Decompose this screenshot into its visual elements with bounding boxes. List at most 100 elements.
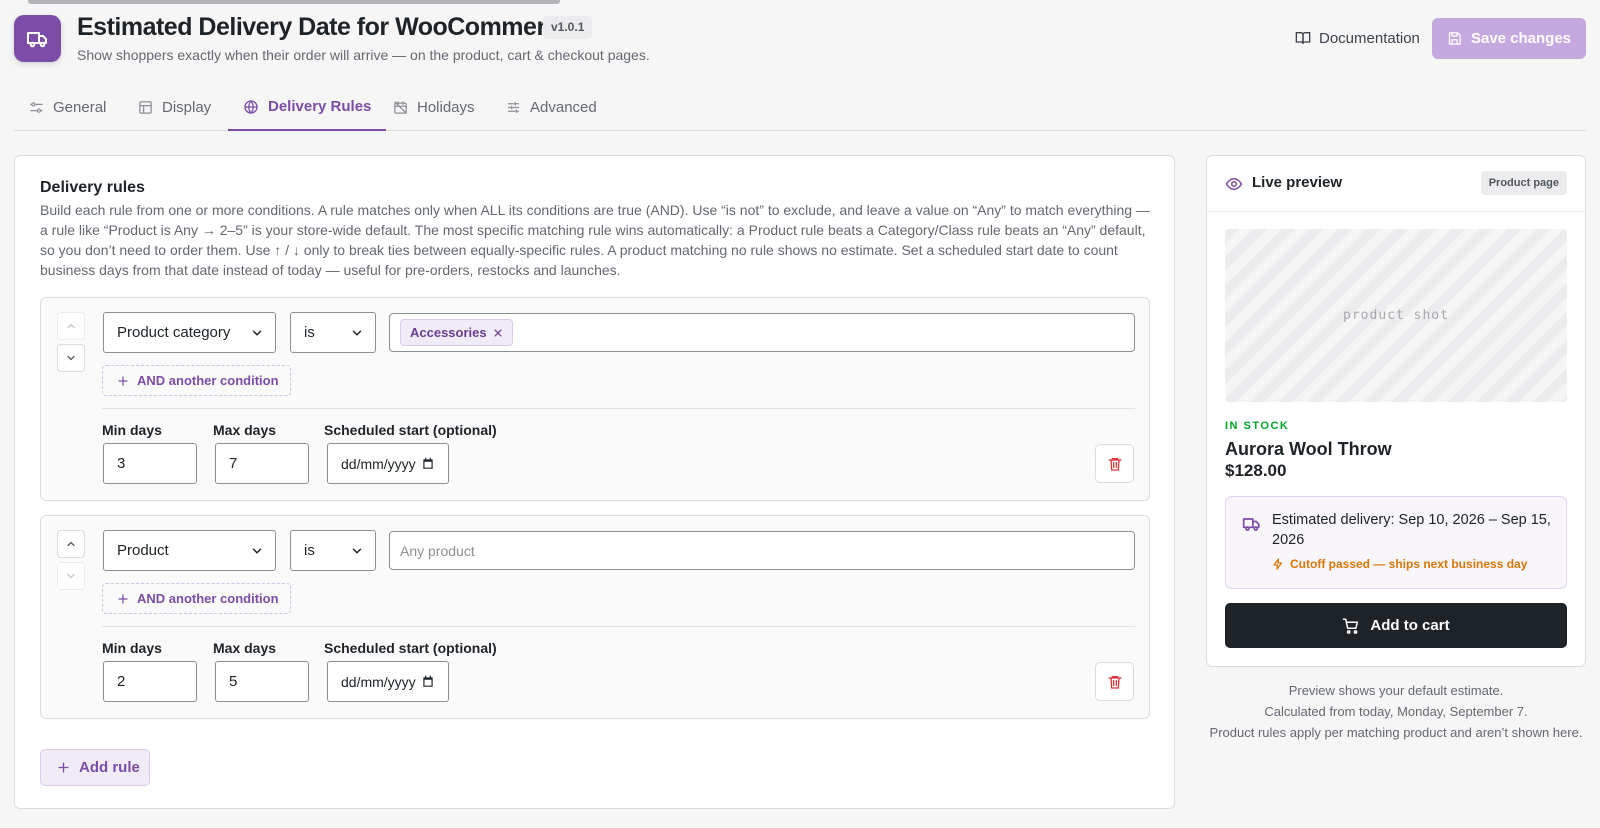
- condition-operator-select[interactable]: is: [290, 530, 376, 571]
- date-placeholder: dd/mm/yyyy: [341, 673, 416, 690]
- page-subtitle: Show shoppers exactly when their order w…: [77, 47, 650, 63]
- eye-icon: [1225, 177, 1243, 191]
- min-days-input[interactable]: 2: [103, 661, 197, 702]
- min-days-input[interactable]: 3: [103, 443, 197, 484]
- chevron-up-icon: [67, 323, 75, 329]
- move-down-button[interactable]: [57, 344, 85, 372]
- value-chip-label: Accessories: [410, 325, 487, 340]
- min-days-value: 3: [117, 455, 126, 472]
- delete-rule-button[interactable]: [1095, 662, 1134, 701]
- book-icon: [1295, 31, 1311, 44]
- min-days-label: Min days: [102, 640, 162, 656]
- condition-field-value: Product category: [117, 324, 231, 341]
- truck-icon: [26, 31, 47, 47]
- lightning-icon: [1273, 558, 1283, 570]
- documentation-label: Documentation: [1319, 29, 1420, 47]
- product-name: Aurora Wool Throw: [1225, 439, 1392, 459]
- max-days-input[interactable]: 7: [215, 443, 309, 484]
- settings-tabs: General Display Delivery Rules Holidays …: [14, 84, 1586, 131]
- delete-rule-button[interactable]: [1095, 444, 1134, 483]
- chevron-down-icon: [67, 573, 75, 579]
- condition-operator-select[interactable]: is: [290, 312, 376, 353]
- max-days-label: Max days: [213, 422, 277, 438]
- add-condition-label: AND another condition: [137, 591, 279, 606]
- add-condition-button[interactable]: AND another condition: [102, 365, 291, 396]
- condition-operator-value: is: [304, 324, 315, 341]
- min-days-label: Min days: [102, 422, 162, 438]
- version-badge: v1.0.1: [543, 16, 593, 39]
- tab-holidays-label: Holidays: [417, 98, 475, 116]
- move-up-button[interactable]: [57, 312, 85, 340]
- condition-field-select[interactable]: Product: [103, 530, 276, 571]
- product-price: $128.00: [1225, 461, 1287, 480]
- chevron-down-icon: [352, 548, 362, 554]
- tab-advanced-label: Advanced: [530, 98, 597, 116]
- add-to-cart-button[interactable]: Add to cart: [1225, 603, 1567, 648]
- date-placeholder: dd/mm/yyyy: [341, 455, 416, 472]
- tab-general-label: General: [53, 98, 107, 116]
- condition-operator-value: is: [304, 542, 315, 559]
- plus-icon: [118, 593, 128, 604]
- add-rule-button[interactable]: Add rule: [40, 749, 150, 786]
- condition-field-value: Product: [117, 542, 169, 559]
- add-to-cart-label: Add to cart: [1370, 617, 1450, 634]
- divider: [102, 408, 1135, 409]
- plus-icon: [58, 762, 69, 773]
- chevron-down-icon: [352, 330, 362, 336]
- chevron-down-icon: [67, 355, 75, 361]
- chevron-down-icon: [252, 548, 262, 554]
- layout-icon: [139, 100, 152, 114]
- calendar-icon[interactable]: [421, 456, 435, 471]
- cutoff-notice: Cutoff passed — ships next business day: [1272, 557, 1527, 571]
- tab-general[interactable]: General: [29, 84, 106, 130]
- app-logo: [14, 15, 61, 62]
- preview-notes: Preview shows your default estimate. Cal…: [1206, 680, 1586, 743]
- cart-icon: [1343, 618, 1359, 634]
- preview-title: Live preview: [1252, 174, 1343, 191]
- tab-display[interactable]: Display: [138, 84, 211, 130]
- tab-display-label: Display: [162, 98, 212, 116]
- trash-icon: [1107, 675, 1122, 689]
- value-chip: Accessories: [400, 319, 513, 346]
- chevron-down-icon: [252, 330, 262, 336]
- add-condition-label: AND another condition: [137, 373, 279, 388]
- tab-holidays[interactable]: Holidays: [393, 84, 475, 130]
- globe-icon: [244, 99, 258, 114]
- preview-context-badge: Product page: [1480, 171, 1567, 195]
- save-icon: [1448, 32, 1461, 45]
- rule-card: Product category is Accessories AND anot…: [40, 297, 1150, 501]
- min-days-value: 2: [117, 673, 126, 690]
- scheduled-start-label: Scheduled start (optional): [324, 422, 497, 438]
- preview-note: Product rules apply per matching product…: [1209, 725, 1583, 740]
- rule-card: Product is Any product AND another condi…: [40, 515, 1150, 719]
- max-days-input[interactable]: 5: [215, 661, 309, 702]
- delivery-rules-panel: Delivery rules Build each rule from one …: [14, 155, 1175, 809]
- scheduled-start-label: Scheduled start (optional): [324, 640, 497, 656]
- divider: [102, 626, 1135, 627]
- settings-sliders-icon: [507, 101, 520, 113]
- scheduled-start-input[interactable]: dd/mm/yyyy: [327, 661, 449, 702]
- preview-header: Live preview Product page: [1207, 156, 1585, 212]
- max-days-value: 5: [229, 673, 238, 690]
- save-button[interactable]: Save changes: [1432, 18, 1586, 59]
- add-condition-button[interactable]: AND another condition: [102, 583, 291, 614]
- scheduled-start-input[interactable]: dd/mm/yyyy: [327, 443, 449, 484]
- move-down-button[interactable]: [57, 562, 85, 590]
- calendar-icon[interactable]: [421, 674, 435, 689]
- add-rule-label: Add rule: [79, 759, 140, 776]
- move-up-button[interactable]: [57, 530, 85, 558]
- calendar-off-icon: [394, 100, 407, 114]
- plus-icon: [118, 375, 128, 386]
- tab-delivery-rules[interactable]: Delivery Rules: [228, 84, 387, 131]
- tab-advanced[interactable]: Advanced: [506, 84, 597, 130]
- documentation-link[interactable]: Documentation: [1295, 27, 1420, 49]
- close-icon[interactable]: [493, 328, 503, 338]
- condition-field-select[interactable]: Product category: [103, 312, 276, 353]
- page-scrollbar[interactable]: [28, 0, 560, 4]
- condition-value-input[interactable]: Accessories: [389, 313, 1135, 352]
- preview-note: Preview shows your default estimate.: [1288, 683, 1504, 698]
- delivery-estimate-box: Estimated delivery: Sep 10, 2026 – Sep 1…: [1225, 496, 1567, 589]
- value-placeholder: Any product: [400, 542, 475, 559]
- condition-value-input[interactable]: Any product: [389, 531, 1135, 570]
- truck-icon: [1242, 518, 1260, 531]
